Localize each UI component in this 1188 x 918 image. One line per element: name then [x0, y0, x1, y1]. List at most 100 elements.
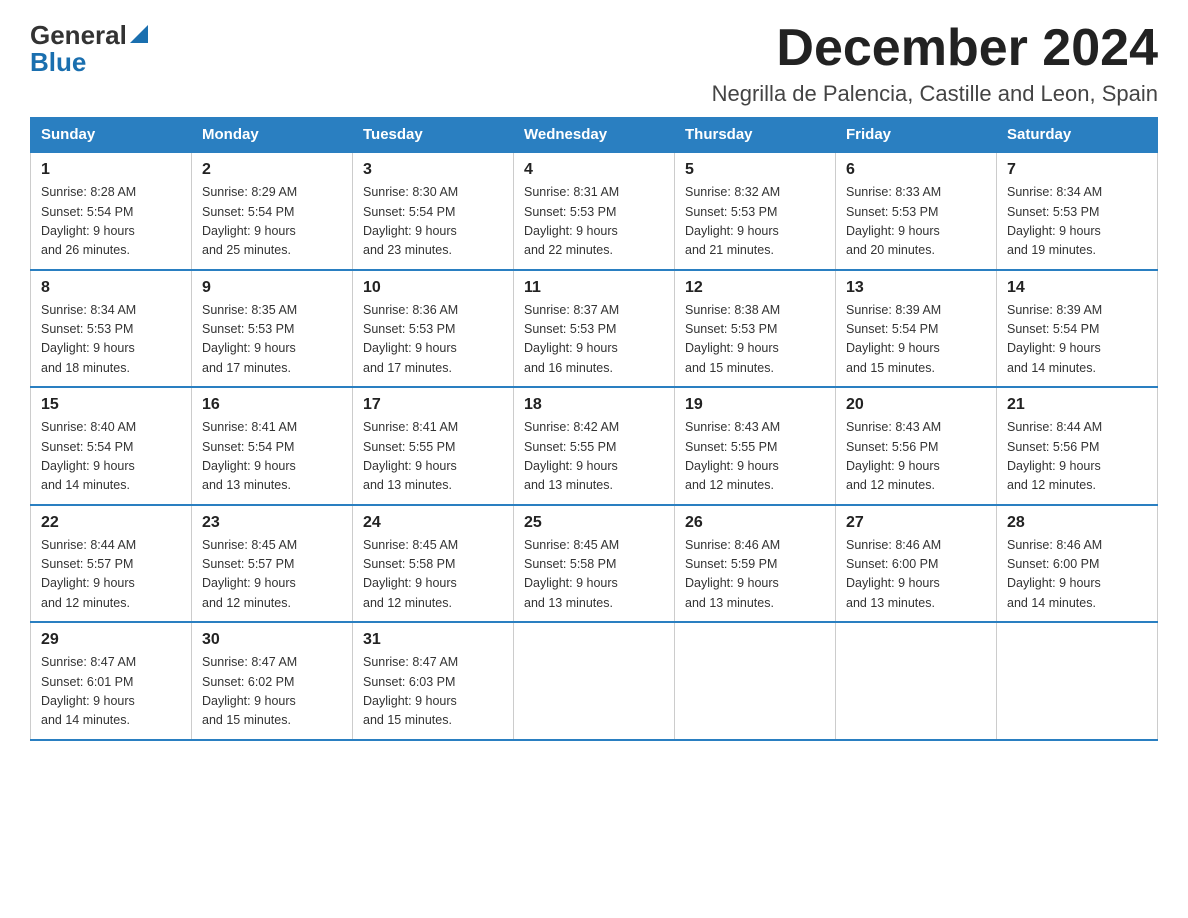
day-info: Sunrise: 8:30 AMSunset: 5:54 PMDaylight:… — [363, 185, 458, 257]
day-info: Sunrise: 8:46 AMSunset: 6:00 PMDaylight:… — [846, 538, 941, 610]
logo-blue-text: Blue — [30, 47, 86, 78]
logo-triangle-icon — [130, 25, 148, 43]
calendar-cell: 2 Sunrise: 8:29 AMSunset: 5:54 PMDayligh… — [192, 152, 353, 270]
day-number: 22 — [41, 514, 181, 532]
day-info: Sunrise: 8:46 AMSunset: 6:00 PMDaylight:… — [1007, 538, 1102, 610]
calendar-cell: 10 Sunrise: 8:36 AMSunset: 5:53 PMDaylig… — [353, 270, 514, 388]
calendar-week-1: 1 Sunrise: 8:28 AMSunset: 5:54 PMDayligh… — [31, 152, 1158, 270]
weekday-header-thursday: Thursday — [675, 118, 836, 153]
day-info: Sunrise: 8:31 AMSunset: 5:53 PMDaylight:… — [524, 185, 619, 257]
day-info: Sunrise: 8:35 AMSunset: 5:53 PMDaylight:… — [202, 303, 297, 375]
calendar-cell: 7 Sunrise: 8:34 AMSunset: 5:53 PMDayligh… — [997, 152, 1158, 270]
calendar-cell: 20 Sunrise: 8:43 AMSunset: 5:56 PMDaylig… — [836, 387, 997, 505]
calendar-cell: 19 Sunrise: 8:43 AMSunset: 5:55 PMDaylig… — [675, 387, 836, 505]
day-number: 9 — [202, 279, 342, 297]
calendar-cell — [997, 622, 1158, 740]
calendar-cell — [836, 622, 997, 740]
day-number: 23 — [202, 514, 342, 532]
calendar-cell: 1 Sunrise: 8:28 AMSunset: 5:54 PMDayligh… — [31, 152, 192, 270]
weekday-header-saturday: Saturday — [997, 118, 1158, 153]
day-number: 26 — [685, 514, 825, 532]
page-header: General Blue December 2024 Negrilla de P… — [30, 20, 1158, 107]
calendar-cell: 22 Sunrise: 8:44 AMSunset: 5:57 PMDaylig… — [31, 505, 192, 623]
day-number: 27 — [846, 514, 986, 532]
calendar-cell — [675, 622, 836, 740]
day-number: 12 — [685, 279, 825, 297]
day-number: 14 — [1007, 279, 1147, 297]
day-info: Sunrise: 8:37 AMSunset: 5:53 PMDaylight:… — [524, 303, 619, 375]
calendar-cell: 3 Sunrise: 8:30 AMSunset: 5:54 PMDayligh… — [353, 152, 514, 270]
title-block: December 2024 Negrilla de Palencia, Cast… — [712, 20, 1158, 107]
day-info: Sunrise: 8:43 AMSunset: 5:56 PMDaylight:… — [846, 420, 941, 492]
day-info: Sunrise: 8:28 AMSunset: 5:54 PMDaylight:… — [41, 185, 136, 257]
calendar-cell: 26 Sunrise: 8:46 AMSunset: 5:59 PMDaylig… — [675, 505, 836, 623]
day-number: 7 — [1007, 161, 1147, 179]
day-number: 13 — [846, 279, 986, 297]
calendar-cell: 18 Sunrise: 8:42 AMSunset: 5:55 PMDaylig… — [514, 387, 675, 505]
calendar-cell: 17 Sunrise: 8:41 AMSunset: 5:55 PMDaylig… — [353, 387, 514, 505]
day-number: 5 — [685, 161, 825, 179]
day-info: Sunrise: 8:34 AMSunset: 5:53 PMDaylight:… — [1007, 185, 1102, 257]
day-info: Sunrise: 8:46 AMSunset: 5:59 PMDaylight:… — [685, 538, 780, 610]
day-number: 10 — [363, 279, 503, 297]
day-number: 21 — [1007, 396, 1147, 414]
day-info: Sunrise: 8:29 AMSunset: 5:54 PMDaylight:… — [202, 185, 297, 257]
calendar-cell: 14 Sunrise: 8:39 AMSunset: 5:54 PMDaylig… — [997, 270, 1158, 388]
day-info: Sunrise: 8:42 AMSunset: 5:55 PMDaylight:… — [524, 420, 619, 492]
weekday-header-friday: Friday — [836, 118, 997, 153]
day-info: Sunrise: 8:45 AMSunset: 5:58 PMDaylight:… — [363, 538, 458, 610]
day-number: 25 — [524, 514, 664, 532]
calendar-cell: 11 Sunrise: 8:37 AMSunset: 5:53 PMDaylig… — [514, 270, 675, 388]
day-number: 11 — [524, 279, 664, 297]
day-info: Sunrise: 8:36 AMSunset: 5:53 PMDaylight:… — [363, 303, 458, 375]
day-info: Sunrise: 8:38 AMSunset: 5:53 PMDaylight:… — [685, 303, 780, 375]
day-number: 2 — [202, 161, 342, 179]
day-number: 16 — [202, 396, 342, 414]
day-info: Sunrise: 8:33 AMSunset: 5:53 PMDaylight:… — [846, 185, 941, 257]
day-info: Sunrise: 8:47 AMSunset: 6:02 PMDaylight:… — [202, 655, 297, 727]
day-number: 28 — [1007, 514, 1147, 532]
calendar-cell: 29 Sunrise: 8:47 AMSunset: 6:01 PMDaylig… — [31, 622, 192, 740]
day-info: Sunrise: 8:41 AMSunset: 5:55 PMDaylight:… — [363, 420, 458, 492]
day-info: Sunrise: 8:44 AMSunset: 5:56 PMDaylight:… — [1007, 420, 1102, 492]
calendar-cell: 5 Sunrise: 8:32 AMSunset: 5:53 PMDayligh… — [675, 152, 836, 270]
calendar-table: SundayMondayTuesdayWednesdayThursdayFrid… — [30, 117, 1158, 741]
day-number: 4 — [524, 161, 664, 179]
calendar-week-2: 8 Sunrise: 8:34 AMSunset: 5:53 PMDayligh… — [31, 270, 1158, 388]
calendar-week-5: 29 Sunrise: 8:47 AMSunset: 6:01 PMDaylig… — [31, 622, 1158, 740]
day-number: 20 — [846, 396, 986, 414]
day-number: 6 — [846, 161, 986, 179]
day-number: 15 — [41, 396, 181, 414]
day-number: 30 — [202, 631, 342, 649]
day-info: Sunrise: 8:45 AMSunset: 5:58 PMDaylight:… — [524, 538, 619, 610]
day-number: 3 — [363, 161, 503, 179]
month-title: December 2024 — [712, 20, 1158, 77]
weekday-header-row: SundayMondayTuesdayWednesdayThursdayFrid… — [31, 118, 1158, 153]
calendar-cell — [514, 622, 675, 740]
day-info: Sunrise: 8:39 AMSunset: 5:54 PMDaylight:… — [846, 303, 941, 375]
day-info: Sunrise: 8:41 AMSunset: 5:54 PMDaylight:… — [202, 420, 297, 492]
calendar-cell: 28 Sunrise: 8:46 AMSunset: 6:00 PMDaylig… — [997, 505, 1158, 623]
calendar-cell: 9 Sunrise: 8:35 AMSunset: 5:53 PMDayligh… — [192, 270, 353, 388]
logo: General Blue — [30, 20, 148, 78]
day-info: Sunrise: 8:34 AMSunset: 5:53 PMDaylight:… — [41, 303, 136, 375]
weekday-header-wednesday: Wednesday — [514, 118, 675, 153]
day-info: Sunrise: 8:45 AMSunset: 5:57 PMDaylight:… — [202, 538, 297, 610]
calendar-cell: 27 Sunrise: 8:46 AMSunset: 6:00 PMDaylig… — [836, 505, 997, 623]
day-number: 24 — [363, 514, 503, 532]
day-number: 1 — [41, 161, 181, 179]
calendar-cell: 23 Sunrise: 8:45 AMSunset: 5:57 PMDaylig… — [192, 505, 353, 623]
day-info: Sunrise: 8:47 AMSunset: 6:01 PMDaylight:… — [41, 655, 136, 727]
day-info: Sunrise: 8:43 AMSunset: 5:55 PMDaylight:… — [685, 420, 780, 492]
day-number: 8 — [41, 279, 181, 297]
calendar-cell: 25 Sunrise: 8:45 AMSunset: 5:58 PMDaylig… — [514, 505, 675, 623]
day-number: 18 — [524, 396, 664, 414]
calendar-cell: 8 Sunrise: 8:34 AMSunset: 5:53 PMDayligh… — [31, 270, 192, 388]
calendar-cell: 16 Sunrise: 8:41 AMSunset: 5:54 PMDaylig… — [192, 387, 353, 505]
calendar-cell: 21 Sunrise: 8:44 AMSunset: 5:56 PMDaylig… — [997, 387, 1158, 505]
calendar-cell: 12 Sunrise: 8:38 AMSunset: 5:53 PMDaylig… — [675, 270, 836, 388]
calendar-week-3: 15 Sunrise: 8:40 AMSunset: 5:54 PMDaylig… — [31, 387, 1158, 505]
calendar-cell: 30 Sunrise: 8:47 AMSunset: 6:02 PMDaylig… — [192, 622, 353, 740]
day-number: 17 — [363, 396, 503, 414]
day-info: Sunrise: 8:47 AMSunset: 6:03 PMDaylight:… — [363, 655, 458, 727]
